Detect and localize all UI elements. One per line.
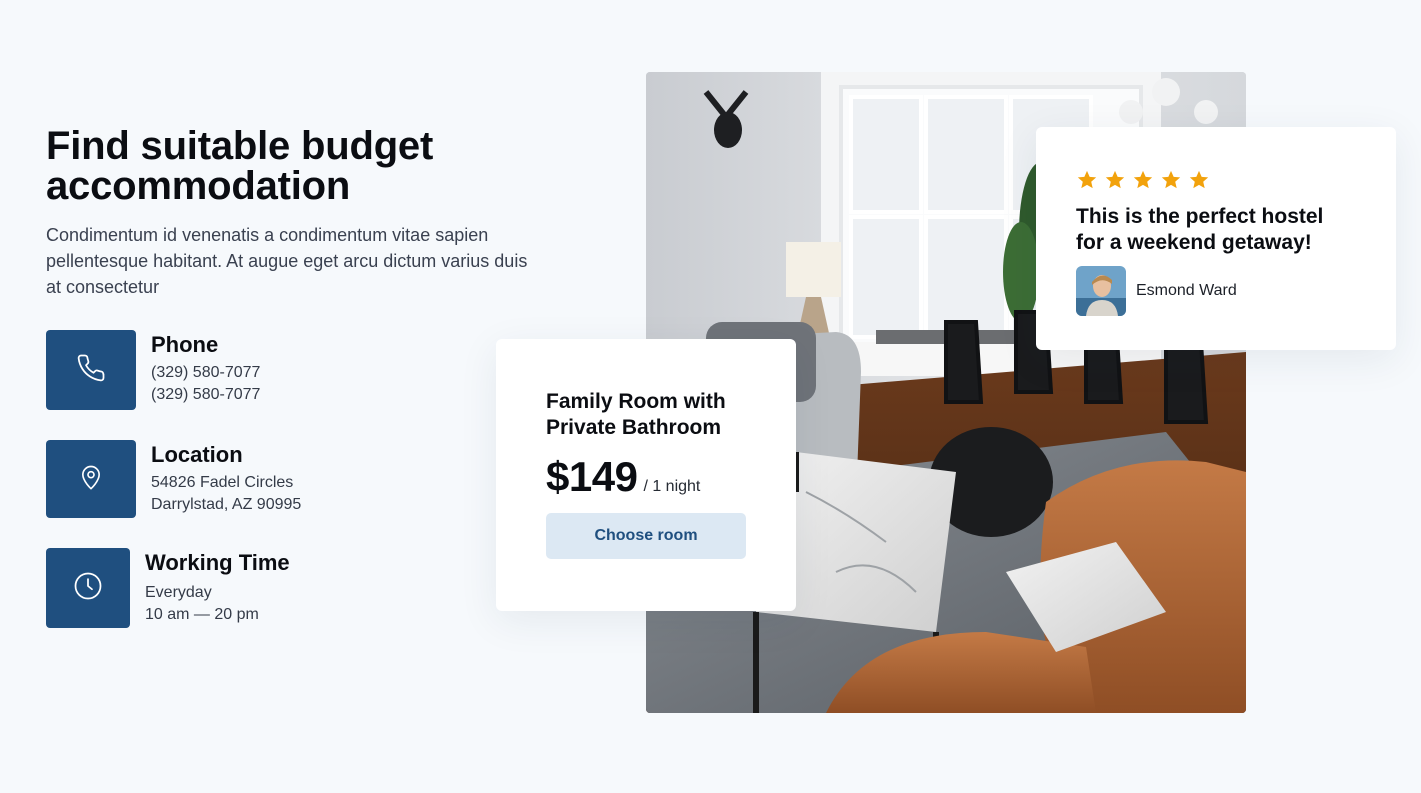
hero-section: Find suitable budget accommodation Condi…: [46, 126, 546, 300]
phone-text: Phone (329) 580-7077 (329) 580-7077: [151, 330, 260, 410]
room-card: Family Room with Private Bathroom $149 /…: [496, 339, 796, 611]
phone-icon: [76, 353, 106, 388]
contact-location: Location 54826 Fadel Circles Darrylstad,…: [46, 440, 301, 518]
rating-stars: [1076, 169, 1356, 196]
star-icon: [1132, 169, 1154, 196]
price-row: $149 / 1 night: [546, 453, 746, 501]
quote-line-2: for a weekend getaway!: [1076, 231, 1312, 254]
star-icon: [1104, 169, 1126, 196]
room-name-line-1: Family Room with: [546, 390, 726, 413]
room-price: $149: [546, 453, 638, 500]
phone-number-1[interactable]: (329) 580-7077: [151, 362, 260, 384]
reviewer: Esmond Ward: [1076, 266, 1356, 316]
contact-phone: Phone (329) 580-7077 (329) 580-7077: [46, 330, 260, 410]
location-tile: [46, 440, 136, 518]
quote-line-1: This is the perfect hostel: [1076, 205, 1324, 228]
star-icon: [1160, 169, 1182, 196]
avatar: [1076, 266, 1126, 316]
location-heading: Location: [151, 442, 243, 467]
clock-tile: [46, 548, 130, 628]
location-text: Location 54826 Fadel Circles Darrylstad,…: [151, 440, 301, 518]
title-line-2: accommodation: [46, 164, 351, 208]
star-icon: [1188, 169, 1210, 196]
price-unit: / 1 night: [643, 478, 701, 495]
contact-working-time: Working Time Everyday 10 am — 20 pm: [46, 548, 290, 628]
phone-number-2[interactable]: (329) 580-7077: [151, 384, 260, 406]
star-icon: [1076, 169, 1098, 196]
choose-room-button[interactable]: Choose room: [546, 513, 746, 559]
working-days: Everyday: [145, 584, 212, 601]
location-pin-icon: [77, 462, 105, 497]
phone-tile: [46, 330, 136, 410]
working-time-heading: Working Time: [145, 550, 290, 575]
phone-heading: Phone: [151, 332, 219, 357]
room-name-line-2: Private Bathroom: [546, 416, 722, 439]
working-hours: 10 am — 20 pm: [145, 606, 259, 623]
room-name: Family Room with Private Bathroom: [546, 389, 746, 441]
hero-description: Condimentum id venenatis a condimentum v…: [46, 225, 528, 297]
review-card: This is the perfect hostel for a weekend…: [1036, 127, 1396, 350]
address-line-2: Darrylstad, AZ 90995: [151, 496, 302, 513]
address-line-1: 54826 Fadel Circles: [151, 474, 294, 491]
review-quote: This is the perfect hostel for a weekend…: [1076, 204, 1356, 256]
clock-icon: [73, 571, 103, 606]
working-time-text: Working Time Everyday 10 am — 20 pm: [145, 548, 290, 628]
page-title: Find suitable budget accommodation: [46, 126, 546, 206]
title-line-1: Find suitable budget: [46, 124, 434, 168]
reviewer-name: Esmond Ward: [1136, 282, 1237, 299]
